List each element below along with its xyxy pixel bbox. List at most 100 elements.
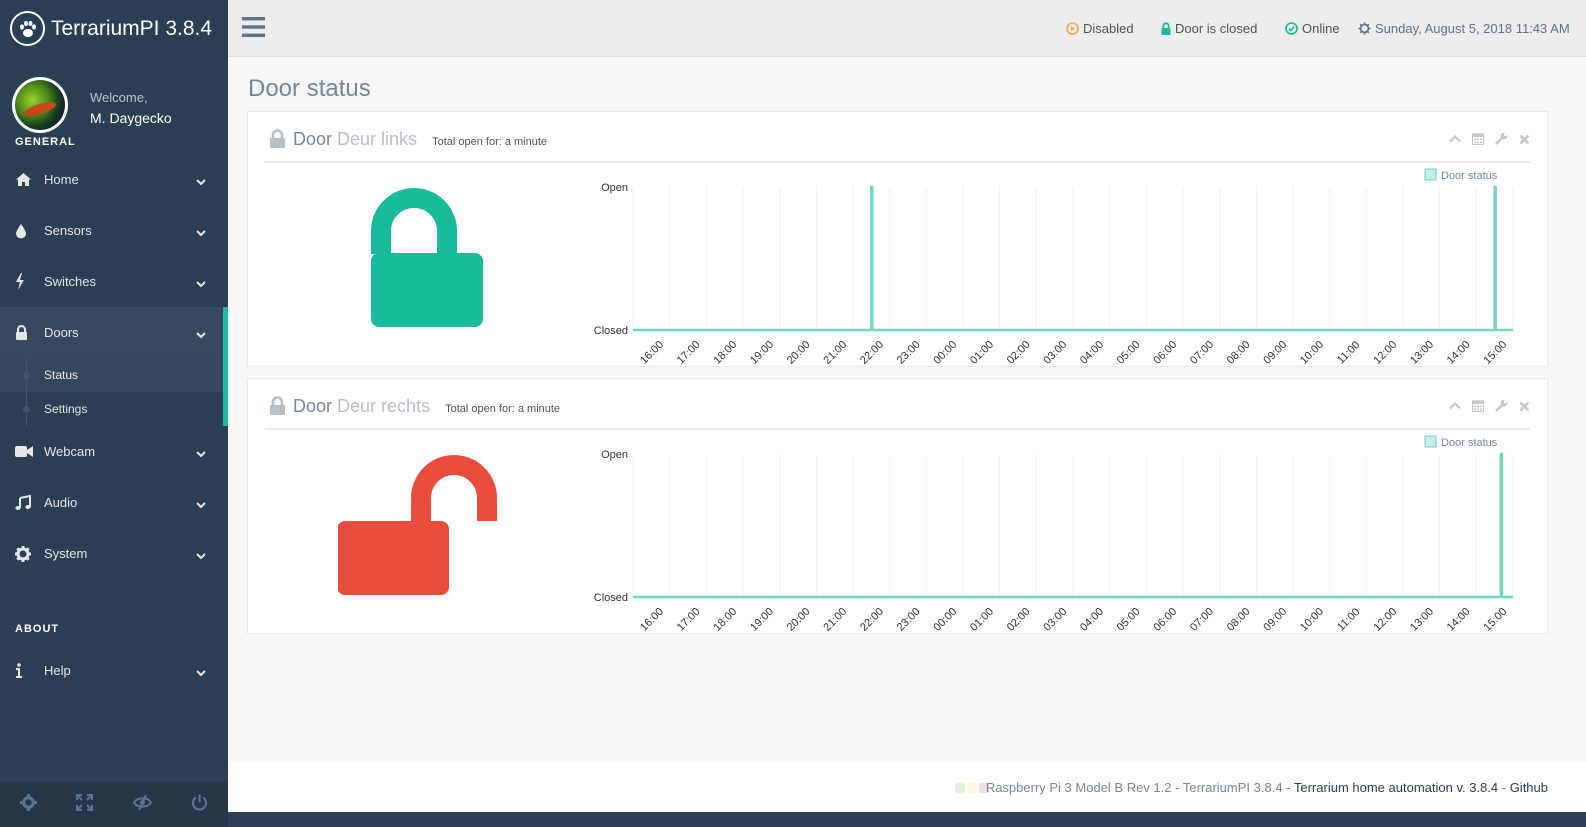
- x-tick-label: 21:00: [821, 606, 849, 634]
- lock-icon: [0, 325, 44, 340]
- x-tick-label: 04:00: [1078, 339, 1106, 367]
- sidebar-subitem-label: Settings: [44, 402, 88, 416]
- footer-separator: -: [1498, 780, 1510, 795]
- sidebar-subitem-settings[interactable]: Settings: [0, 392, 223, 426]
- gear-icon: [0, 545, 44, 562]
- x-tick-label: 07:00: [1188, 606, 1216, 634]
- sidebar-footer: [0, 782, 228, 827]
- x-tick-label: 23:00: [895, 606, 923, 634]
- drop-icon: [0, 223, 44, 239]
- bottom-bar: [228, 812, 1586, 827]
- status-disabled[interactable]: Disabled: [1066, 21, 1134, 36]
- x-tick-label: 09:00: [1261, 339, 1289, 367]
- x-tick-label: 19:00: [748, 606, 776, 634]
- collapse-icon[interactable]: [1449, 399, 1461, 417]
- footer-separator: -: [1282, 780, 1294, 795]
- sidebar-item-sensors[interactable]: Sensors: [0, 205, 228, 256]
- sidebar-item-system[interactable]: System: [0, 528, 228, 579]
- close-icon[interactable]: [1519, 132, 1530, 150]
- x-tick-label: 01:00: [968, 606, 996, 634]
- x-tick-label: 13:00: [1408, 606, 1436, 634]
- door-closed-lock-icon: [338, 182, 518, 337]
- sidebar-item-doors[interactable]: Doors: [0, 307, 228, 358]
- chevron-down-icon: [196, 276, 206, 291]
- status-disabled-label: Disabled: [1083, 21, 1134, 36]
- app-description-link[interactable]: Terrarium home automation v. 3.8.4: [1294, 780, 1498, 795]
- footer: Raspberry Pi 3 Model B Rev 1.2 - Terrari…: [228, 762, 1586, 812]
- calendar-icon[interactable]: [1471, 132, 1485, 150]
- avatar: [12, 77, 68, 133]
- x-tick-label: 16:00: [638, 339, 666, 367]
- x-tick-label: 05:00: [1115, 606, 1143, 634]
- y-tick-label: Open: [601, 449, 628, 461]
- footer-text: Raspberry Pi 3 Model B Rev 1.2 - Terrari…: [986, 780, 1548, 795]
- wrench-icon[interactable]: [1495, 399, 1508, 417]
- x-tick-label: 17:00: [675, 606, 703, 634]
- bullet-icon: [23, 406, 30, 413]
- x-tick-label: 12:00: [1371, 339, 1399, 367]
- x-tick-label: 18:00: [711, 339, 739, 367]
- chevron-down-icon: [196, 497, 206, 512]
- collapse-icon[interactable]: [1449, 132, 1461, 150]
- x-tick-label: 03:00: [1041, 606, 1069, 634]
- close-icon[interactable]: [1519, 399, 1530, 417]
- panel-title-main: Door: [293, 396, 333, 416]
- x-tick-label: 19:00: [748, 339, 776, 367]
- x-tick-label: 18:00: [711, 606, 739, 634]
- app-version: TerrariumPI 3.8.4: [1182, 780, 1283, 795]
- status-online-label: Online: [1302, 21, 1340, 36]
- x-tick-label: 00:00: [931, 339, 959, 367]
- status-door[interactable]: Door is closed: [1161, 21, 1257, 36]
- total-open: Total open for: a minute: [445, 403, 561, 415]
- x-tick-label: 09:00: [1261, 606, 1289, 634]
- settings-icon[interactable]: [19, 793, 37, 816]
- main-content: Door status Door Deur links Total open f…: [228, 57, 1586, 762]
- fullscreen-icon[interactable]: [76, 793, 94, 816]
- lock-icon: [269, 129, 286, 153]
- legend-label: Door status: [1441, 170, 1498, 182]
- x-tick-label: 14:00: [1445, 339, 1473, 367]
- status-online[interactable]: Online: [1285, 21, 1340, 36]
- x-tick-label: 15:00: [1481, 339, 1509, 367]
- github-link[interactable]: Github: [1510, 780, 1548, 795]
- x-tick-label: 22:00: [858, 606, 886, 634]
- x-tick-label: 08:00: [1225, 339, 1253, 367]
- brand-title: TerrariumPI 3.8.4: [51, 16, 213, 40]
- power-icon[interactable]: [191, 794, 208, 816]
- wrench-icon[interactable]: [1495, 132, 1508, 150]
- sidebar-item-label: Audio: [44, 495, 78, 510]
- sidebar-subitem-label: Status: [44, 368, 79, 382]
- lock-icon: [269, 396, 286, 420]
- footer-separator: -: [1171, 780, 1183, 795]
- x-tick-label: 14:00: [1445, 606, 1473, 634]
- sidebar-item-label: Switches: [44, 274, 97, 289]
- sidebar-subitem-status[interactable]: Status: [0, 358, 223, 392]
- total-open: Total open for: a minute: [432, 136, 548, 148]
- sidebar-item-webcam[interactable]: Webcam: [0, 426, 228, 477]
- username: M. Daygecko: [90, 110, 172, 126]
- legend-swatch: [1424, 168, 1437, 181]
- panel-header: Door Deur rechts Total open for: a minut…: [265, 393, 1530, 430]
- video-camera-icon: [0, 445, 44, 458]
- datetime-label: Sunday, August 5, 2018 11:43 AM: [1375, 21, 1570, 36]
- chevron-down-icon: [196, 174, 206, 189]
- x-tick-label: 13:00: [1408, 339, 1436, 367]
- x-tick-label: 03:00: [1041, 339, 1069, 367]
- calendar-icon[interactable]: [1471, 399, 1485, 417]
- panel-title: Door Deur links Total open for: a minute: [293, 129, 547, 150]
- sidebar-item-switches[interactable]: Switches: [0, 256, 228, 307]
- brand[interactable]: TerrariumPI 3.8.4: [0, 0, 228, 57]
- menu-toggle-icon[interactable]: [242, 17, 265, 42]
- x-tick-label: 21:00: [821, 339, 849, 367]
- sidebar-item-audio[interactable]: Audio: [0, 477, 228, 528]
- info-icon: [0, 663, 44, 678]
- x-tick-label: 08:00: [1225, 606, 1253, 634]
- sidebar-item-home[interactable]: Home: [0, 154, 228, 205]
- doors-submenu: Status Settings: [0, 358, 228, 426]
- x-tick-label: 10:00: [1298, 606, 1326, 634]
- chevron-down-icon: [196, 327, 206, 342]
- sidebar-item-help[interactable]: Help: [0, 645, 228, 696]
- eye-slash-icon[interactable]: [132, 794, 152, 815]
- sidebar-item-label: Home: [44, 172, 79, 187]
- chevron-down-icon: [196, 665, 206, 680]
